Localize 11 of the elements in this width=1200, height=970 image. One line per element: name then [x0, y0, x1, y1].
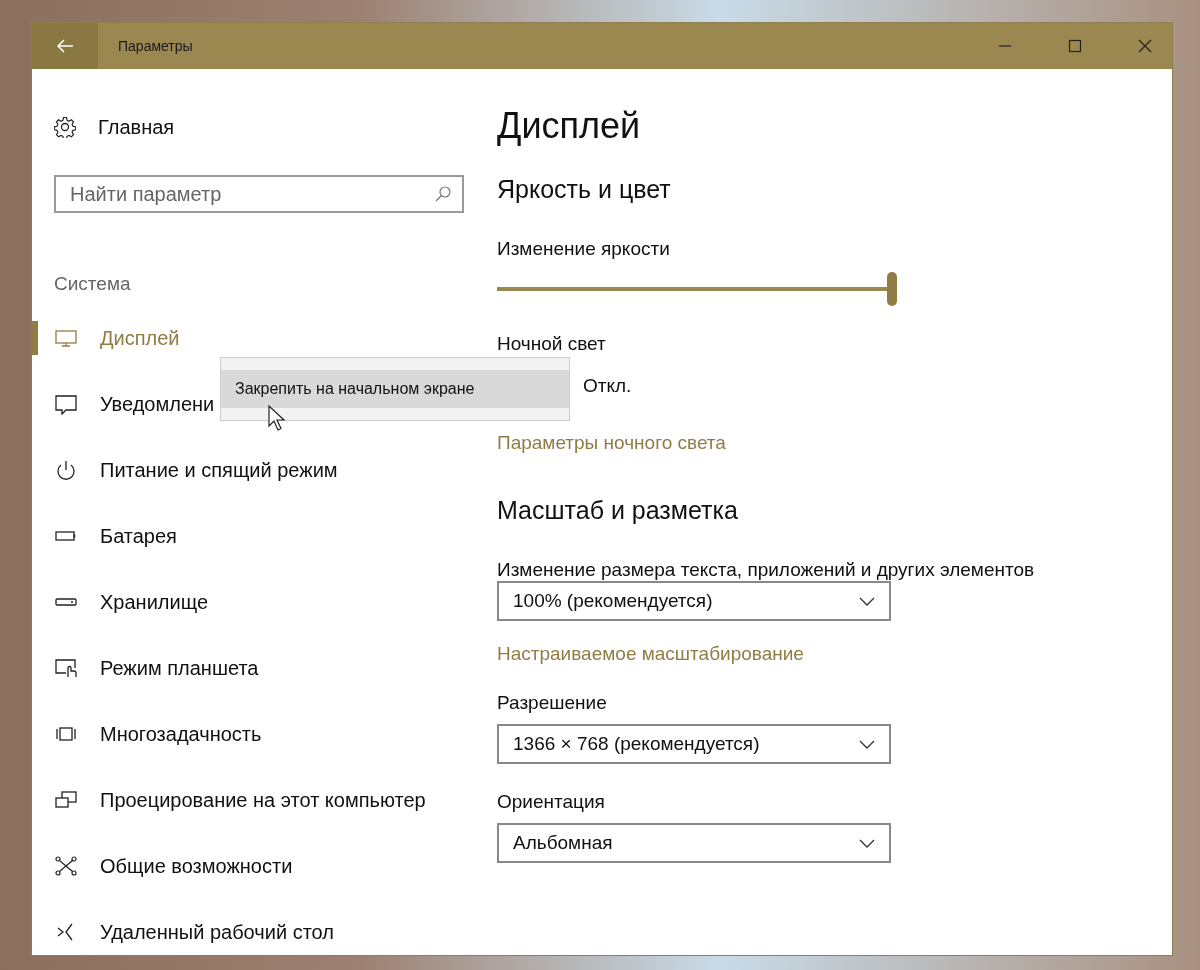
- section-heading: Система: [54, 273, 132, 296]
- toggle-state: Откл.: [583, 375, 632, 397]
- setting-label: Ночной свет: [497, 333, 607, 355]
- setting-label: Разрешение: [497, 692, 608, 714]
- setting-label: Изменение размера текста, приложений и других элементов: [497, 559, 1036, 581]
- page-title: Дисплей: [497, 105, 642, 148]
- section-heading: Масштаб и разметка: [497, 496, 739, 525]
- setting-label: Изменение яркости: [497, 238, 671, 260]
- window-title: Параметры: [118, 38, 193, 54]
- setting-label: Ориентация: [497, 791, 606, 813]
- section-heading: Яркость и цвет: [497, 175, 672, 204]
